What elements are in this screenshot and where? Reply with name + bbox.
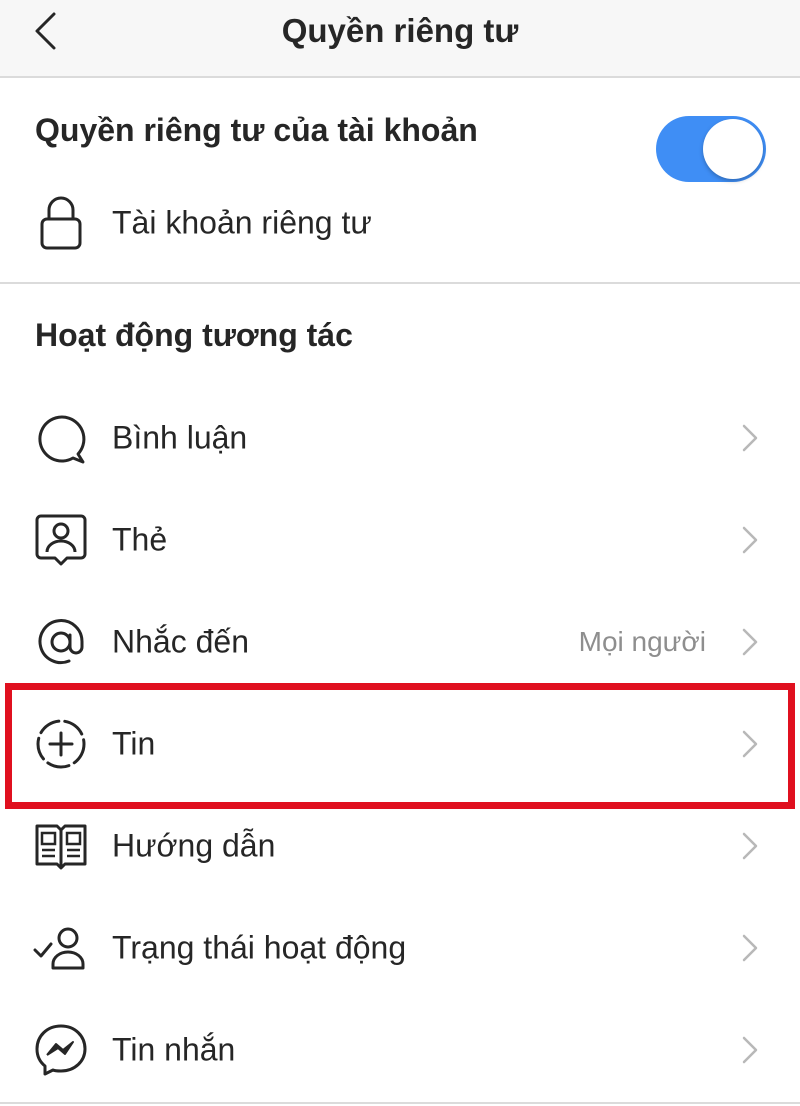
page-title: Quyền riêng tư: [281, 12, 519, 49]
menu-item-comments[interactable]: Bình luận: [0, 387, 800, 489]
activity-status-icon: [33, 920, 89, 976]
menu-item-mentions[interactable]: Nhắc đến Mọi người: [0, 591, 800, 693]
chevron-right-icon: [738, 1033, 762, 1067]
chevron-right-icon: [738, 523, 762, 557]
menu-item-label: Trạng thái hoạt động: [112, 929, 407, 966]
guide-icon: [33, 818, 89, 874]
chevron-right-icon: [738, 931, 762, 965]
messenger-icon: [33, 1022, 89, 1078]
divider: [0, 1102, 800, 1104]
menu-item-label: Hướng dẫn: [112, 827, 276, 864]
lock-icon: [33, 195, 89, 251]
chevron-right-icon: [738, 421, 762, 455]
comment-icon: [33, 410, 89, 466]
private-account-toggle[interactable]: [656, 116, 766, 182]
menu-item-tags[interactable]: Thẻ: [0, 489, 800, 591]
chevron-right-icon: [738, 727, 762, 761]
menu-item-label: Tin nhắn: [112, 1031, 236, 1068]
menu-item-label: Bình luận: [112, 419, 248, 456]
account-privacy-section: Quyền riêng tư của tài khoản Tài khoản r…: [0, 80, 800, 284]
account-privacy-heading: Quyền riêng tư của tài khoản: [35, 112, 478, 148]
private-account-row: Tài khoản riêng tư: [0, 172, 800, 274]
menu-item-activity-status[interactable]: Trạng thái hoạt động: [0, 897, 800, 999]
nav-header: Quyền riêng tư: [0, 0, 800, 78]
menu-item-guides[interactable]: Hướng dẫn: [0, 795, 800, 897]
mentions-value: Mọi người: [578, 626, 706, 657]
menu-item-label: Nhắc đến: [112, 623, 249, 660]
interactions-heading: Hoạt động tương tác: [35, 317, 353, 353]
menu-item-label: Thẻ: [112, 521, 168, 558]
chevron-right-icon: [738, 625, 762, 659]
private-account-label: Tài khoản riêng tư: [112, 204, 372, 241]
menu-item-messages[interactable]: Tin nhắn: [0, 999, 800, 1101]
tag-person-icon: [33, 512, 89, 568]
toggle-knob: [703, 119, 763, 179]
interactions-section: Hoạt động tương tác Bình luận Thẻ Nhắc đ…: [0, 286, 800, 1106]
menu-item-story[interactable]: Tin: [0, 693, 800, 795]
menu-item-label: Tin: [112, 725, 156, 762]
at-sign-icon: [33, 614, 89, 670]
chevron-right-icon: [738, 829, 762, 863]
story-add-icon: [33, 716, 89, 772]
